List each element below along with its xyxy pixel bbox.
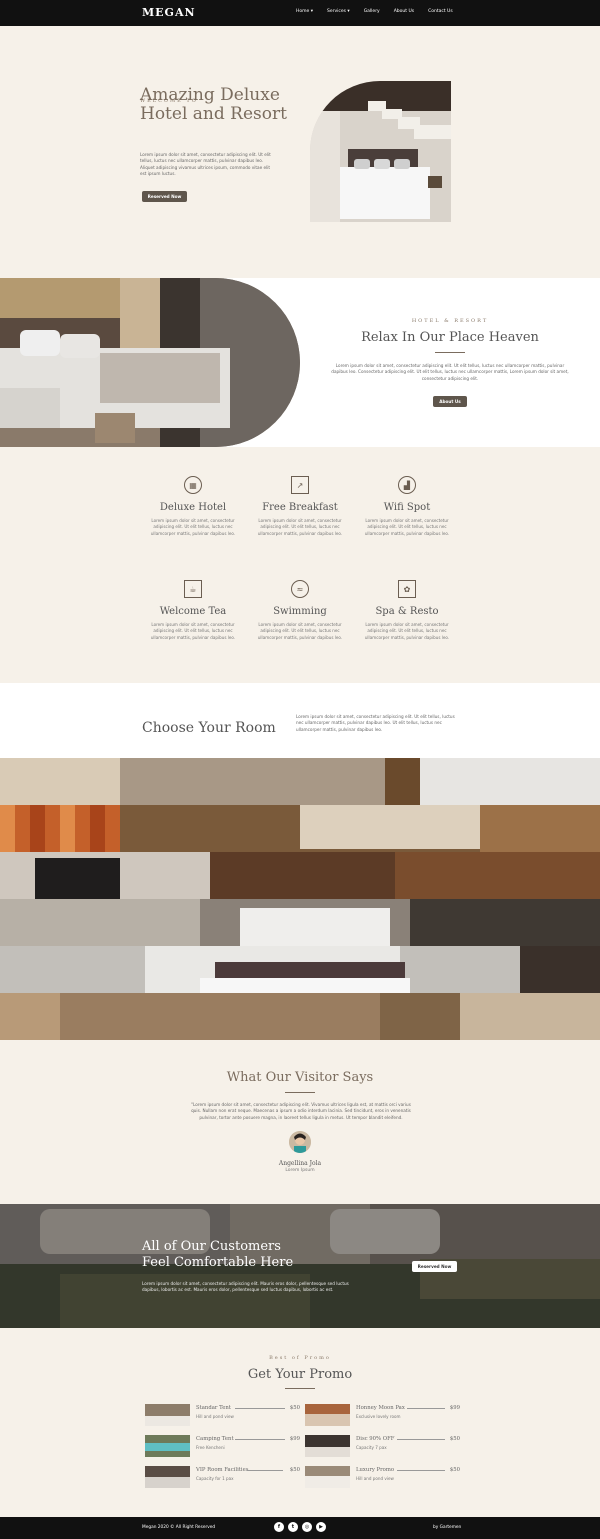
hero-text: Lorem ipsum dolor sit amet, consectetur … <box>140 152 271 177</box>
cta-background-image <box>0 1204 600 1328</box>
feature-welcome-tea: ☕ Welcome Tea Lorem ipsum dolor sit amet… <box>143 580 243 641</box>
menu-item-gallery[interactable]: Gallery <box>364 9 380 14</box>
instagram-icon[interactable]: ◎ <box>302 1522 312 1532</box>
promo-thumbnail <box>305 1404 350 1426</box>
credit-text: by Gartemen <box>433 1525 462 1530</box>
feature-spa-resto: ✿ Spa & Resto Lorem ipsum dolor sit amet… <box>357 580 457 641</box>
promo-item[interactable]: Standar Tent $50 Hill and pond view <box>145 1404 300 1426</box>
promo-thumbnail <box>305 1435 350 1457</box>
promo-thumbnail <box>305 1466 350 1488</box>
menu-item-home[interactable]: Home ▾ <box>296 9 313 14</box>
promo-item[interactable]: Camping Tent $99 Free Kencheni <box>145 1435 300 1457</box>
title-divider <box>435 352 465 353</box>
twitter-icon[interactable]: t <box>288 1522 298 1532</box>
title-divider <box>285 1092 315 1093</box>
room-gallery <box>0 758 600 1040</box>
about-us-button[interactable]: About Us <box>433 396 467 407</box>
feature-free-breakfast: ↗ Free Breakfast Lorem ipsum dolor sit a… <box>250 476 350 537</box>
reviewer-name: Angellina Jola <box>278 1160 322 1167</box>
footer: Megan 2020 © All Right Reserved f t ◎ ▶ … <box>0 1517 600 1539</box>
promo-thumbnail <box>145 1404 190 1426</box>
promo-item[interactable]: Luxury Promo $50 Hill and pond view <box>305 1466 460 1488</box>
cta-text: Lorem ipsum dolor sit amet, consectetur … <box>142 1281 349 1293</box>
about-text: Lorem ipsum dolor sit amet, consectetur … <box>331 363 569 381</box>
feature-swimming: ≈ Swimming Lorem ipsum dolor sit amet, c… <box>250 580 350 641</box>
building-icon: ▦ <box>184 476 202 494</box>
signal-icon: ▟ <box>398 476 416 494</box>
cta-section: All of Our Customers Feel Comfortable He… <box>0 1204 600 1328</box>
promo-title: Get Your Promo <box>247 1367 353 1382</box>
promo-item[interactable]: Disc 90% OFF $50 Capacity 7 pax <box>305 1435 460 1457</box>
copyright-text: Megan 2020 © All Right Reserved <box>142 1525 216 1530</box>
feature-deluxe-hotel: ▦ Deluxe Hotel Lorem ipsum dolor sit ame… <box>143 476 243 537</box>
about-title: Relax In Our Place Heaven <box>361 330 539 345</box>
features-section: ▦ Deluxe Hotel Lorem ipsum dolor sit ame… <box>0 447 600 683</box>
about-room-image <box>0 278 300 447</box>
promo-thumbnail <box>145 1435 190 1457</box>
about-section: HOTEL & RESORT Relax In Our Place Heaven… <box>0 278 600 447</box>
promo-item[interactable]: VIP Room Facilities $50 Capacity for 1 p… <box>145 1466 300 1488</box>
promo-thumbnail <box>145 1466 190 1488</box>
hero-section: WELCOME TO Amazing Deluxe Hotel and Reso… <box>0 26 600 278</box>
about-eyebrow: HOTEL & RESORT <box>411 318 489 324</box>
promo-item[interactable]: Honney Moon Pax $99 Exclusive lovely roo… <box>305 1404 460 1426</box>
top-navbar: MEGAN Home ▾ Services ▾ Gallery About Us… <box>0 0 600 26</box>
menu-item-contact[interactable]: Contact Us <box>428 9 453 14</box>
main-menu: Home ▾ Services ▾ Gallery About Us Conta… <box>296 9 453 14</box>
youtube-icon[interactable]: ▶ <box>316 1522 326 1532</box>
rooms-title: Choose Your Room <box>142 720 276 736</box>
rooms-text: Lorem ipsum dolor sit amet, consectetur … <box>296 714 455 732</box>
cta-title: All of Our Customers Feel Comfortable He… <box>142 1239 294 1270</box>
promo-eyebrow: Best of Promo <box>269 1355 331 1361</box>
facebook-icon[interactable]: f <box>274 1522 284 1532</box>
testimonial-section: What Our Visitor Says "Lorem ipsum dolor… <box>0 1040 600 1204</box>
menu-item-about[interactable]: About Us <box>394 9 414 14</box>
spoon-icon: ↗ <box>291 476 309 494</box>
title-divider <box>285 1388 315 1389</box>
rooms-intro-section: Choose Your Room Lorem ipsum dolor sit a… <box>0 683 600 758</box>
reserve-now-button[interactable]: Reserved Now <box>142 191 187 202</box>
hero-title: Amazing Deluxe Hotel and Resort <box>140 85 287 124</box>
avatar <box>289 1131 311 1153</box>
reviewer-role: Lorem Ipsum <box>285 1168 315 1173</box>
tea-cup-icon: ☕ <box>184 580 202 598</box>
chevron-down-icon: ▾ <box>310 9 313 14</box>
swimmer-icon: ≈ <box>291 580 309 598</box>
chevron-down-icon: ▾ <box>347 9 350 14</box>
reserve-now-button[interactable]: Reserved Now <box>412 1261 457 1272</box>
testimonial-quote: "Lorem ipsum dolor sit amet, consectetur… <box>191 1102 411 1120</box>
menu-item-services[interactable]: Services ▾ <box>327 9 350 14</box>
hero-room-image <box>310 81 451 222</box>
promo-section: Best of Promo Get Your Promo Standar Ten… <box>0 1328 600 1517</box>
feature-wifi-spot: ▟ Wifi Spot Lorem ipsum dolor sit amet, … <box>357 476 457 537</box>
testimonial-title: What Our Visitor Says <box>226 1070 374 1085</box>
brand-logo[interactable]: MEGAN <box>142 6 196 19</box>
spa-icon: ✿ <box>398 580 416 598</box>
